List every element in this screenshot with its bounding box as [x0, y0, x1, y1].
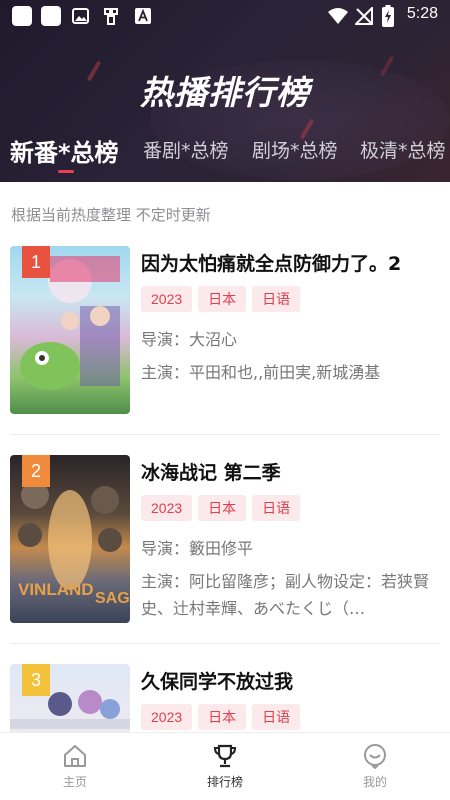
tag-year: 2023	[141, 495, 193, 521]
rank-badge: 3	[22, 664, 50, 696]
a-icon	[135, 8, 151, 24]
tab-theater[interactable]: 剧场*总榜	[252, 136, 338, 163]
home-icon	[64, 745, 86, 767]
profile-icon	[364, 744, 386, 769]
rank-badge: 2	[22, 455, 50, 487]
divider	[10, 434, 440, 435]
list-item[interactable]: 1 因为太怕痛就全点防御力了。2 2023 日本 日语 导演：大沼心 主演：平田和也…	[10, 246, 440, 436]
tag-language: 日语	[252, 286, 301, 312]
nav-profile-label: 我的	[362, 775, 387, 789]
item-director: 导演：大沼心	[141, 330, 238, 349]
bottom-navigation: 主页 排行榜 我的	[0, 732, 450, 800]
tab-new-anime[interactable]: 新番*总榜	[10, 133, 119, 168]
item-cast: 主演：阿比留隆彦；副人物设定：若狭賢史、辻村幸輝、あべたくじ（…	[141, 572, 430, 618]
nav-profile[interactable]: 我的	[325, 743, 425, 790]
list-subtitle: 根据当前热度整理 不定时更新	[11, 206, 211, 224]
tab-indicator	[58, 170, 74, 173]
tag-year: 2023	[141, 286, 193, 312]
tag-list: 2023 日本 日语	[141, 495, 306, 521]
svg-text:VINLAND: VINLAND	[18, 580, 94, 599]
tag-region: 日本	[198, 704, 247, 730]
header: 5:28 热播排行榜 新番*总榜 番剧*总榜 剧场*总榜 极清*总榜	[0, 0, 450, 182]
tag-list: 2023 日本 日语	[141, 286, 306, 312]
page-title: 热播排行榜	[140, 73, 310, 112]
app-icon	[12, 6, 32, 26]
tab-hd[interactable]: 极清*总榜	[360, 136, 446, 163]
list-item[interactable]: 3 久保同学不放过我 2023 日本 日语	[10, 664, 440, 732]
item-cast: 主演：平田和也,,前田実,新城湧基	[141, 363, 381, 382]
poster-image[interactable]: 3	[10, 664, 130, 732]
nav-ranking-label: 排行榜	[206, 775, 243, 789]
divider	[10, 643, 440, 644]
tag-year: 2023	[141, 704, 193, 730]
nav-ranking[interactable]: 排行榜	[175, 743, 275, 790]
tag-region: 日本	[198, 286, 247, 312]
svg-text:SAGA2: SAGA2	[95, 590, 130, 607]
status-time: 5:28	[406, 5, 438, 22]
poster-image[interactable]: 1	[10, 246, 130, 414]
nav-home[interactable]: 主页	[25, 743, 125, 790]
nav-home-label: 主页	[62, 775, 87, 789]
gamepad-icon	[104, 8, 118, 25]
signal-icon	[355, 7, 373, 25]
app-icon	[41, 6, 61, 26]
image-icon	[72, 8, 89, 24]
tag-region: 日本	[198, 495, 247, 521]
item-title[interactable]: 久保同学不放过我	[141, 667, 293, 694]
battery-icon	[382, 5, 394, 27]
wifi-icon	[328, 8, 348, 24]
tag-language: 日语	[252, 495, 301, 521]
trophy-icon	[213, 744, 237, 768]
tab-bar: 新番*总榜 番剧*总榜 剧场*总榜 极清*总榜	[0, 130, 450, 182]
item-title[interactable]: 冰海战记 第二季	[141, 458, 281, 485]
rank-badge: 1	[22, 246, 50, 278]
item-director: 导演：籔田修平	[141, 539, 254, 558]
status-bar: 5:28	[0, 0, 450, 32]
tab-series[interactable]: 番剧*总榜	[143, 136, 229, 163]
poster-image[interactable]: VINLAND SAGA2 2	[10, 455, 130, 623]
item-title[interactable]: 因为太怕痛就全点防御力了。2	[141, 249, 401, 276]
tag-language: 日语	[252, 704, 301, 730]
tag-list: 2023 日本 日语	[141, 704, 306, 730]
list-item[interactable]: VINLAND SAGA2 2 冰海战记 第二季 2023日本日语 导演：籔田修…	[10, 455, 440, 645]
